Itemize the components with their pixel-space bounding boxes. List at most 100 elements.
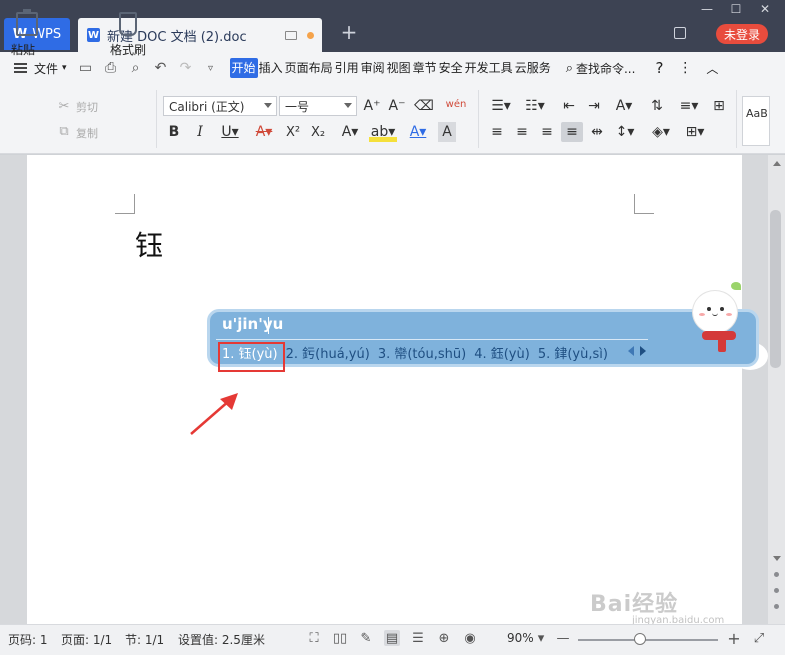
redo-icon[interactable]: ↷ [177,59,195,77]
scrollbar-thumb[interactable] [770,210,781,368]
tab-page-layout[interactable]: 页面布局 [284,58,334,78]
tab-cloud[interactable]: 云服务 [514,58,552,78]
bold-icon[interactable]: B [164,122,184,142]
reading-mode-icon[interactable]: ▯▯ [332,630,348,646]
print-icon[interactable]: ⎙ [102,59,120,77]
distribute-icon[interactable]: ⇹ [588,122,606,142]
paste-button[interactable]: 粘贴 [11,41,35,58]
select-browse-icon[interactable] [774,588,779,593]
align-center-icon[interactable]: ≡ [513,122,531,142]
tab-review[interactable]: 审阅 [360,58,386,78]
clear-format-icon[interactable]: ⌫ [414,96,434,116]
setting-value-status[interactable]: 设置值: 2.5厘米 [178,631,265,648]
phonetic-guide-icon[interactable]: wén [441,94,471,114]
italic-icon[interactable]: I [190,122,210,142]
collapse-ribbon-icon[interactable]: ︿ [706,60,718,77]
strikethrough-icon[interactable]: A▾ [250,122,278,142]
format-painter-button[interactable]: 格式刷 [110,41,146,58]
screen-icon[interactable] [285,30,297,40]
text-direction-icon[interactable]: A▾ [610,96,638,116]
paragraph-spacing-icon[interactable]: ≡▾ [676,96,702,116]
maximize-button[interactable]: ☐ [722,0,750,18]
line-spacing-icon[interactable]: ↕▾ [612,122,638,142]
zoom-level[interactable]: 90% [507,631,534,645]
highlight-color-icon[interactable]: ab▾ [369,122,397,142]
tab-section[interactable]: 章节 [412,58,438,78]
shading-fill-icon[interactable]: ◈▾ [648,122,674,142]
zoom-dropdown-icon[interactable]: ▾ [533,630,549,646]
scroll-up-icon[interactable] [773,161,781,166]
outline-view-icon[interactable]: ☰ [410,630,426,646]
tab-insert[interactable]: 插入 [258,58,284,78]
next-page-icon[interactable] [774,604,779,609]
style-gallery[interactable]: AaB [742,96,770,146]
web-layout-icon[interactable]: ⊕ [436,630,452,646]
customize-toolbar-icon[interactable]: ▿ [202,59,220,77]
print-preview-icon[interactable]: ⌕ [127,59,145,77]
new-tab-button[interactable]: + [338,20,360,44]
login-button[interactable]: 未登录 [716,24,768,44]
underline-icon[interactable]: U▾ [216,122,244,142]
align-right-icon[interactable]: ≡ [538,122,556,142]
ime-candidate[interactable]: 4. 鈺(yù) [474,343,530,362]
scissors-icon[interactable]: ✂ [56,98,72,114]
numbered-list-icon[interactable]: ☷▾ [522,96,548,116]
tab-home[interactable]: 开始 [229,58,258,78]
page-count-status[interactable]: 页面: 1/1 [61,631,112,648]
fit-page-icon[interactable]: ⤢ [751,630,767,646]
copy-button[interactable]: 复制 [76,125,98,141]
command-search[interactable]: ⌕ 查找命令... [566,60,636,77]
section-status[interactable]: 节: 1/1 [125,631,164,648]
table-insert-icon[interactable]: ⊞ [710,96,728,116]
ime-candidate[interactable]: 5. 銉(yù,sì) [538,343,608,362]
superscript-icon[interactable]: X² [283,122,303,142]
borders-icon[interactable]: ⊞▾ [682,122,708,142]
justify-icon[interactable]: ≡ [561,122,583,142]
tab-developer[interactable]: 开发工具 [464,58,514,78]
page-view-icon[interactable]: ▤ [384,630,400,646]
font-name-select[interactable]: Calibri (正文) [163,96,277,116]
tab-view[interactable]: 视图 [386,58,412,78]
pen-icon[interactable]: ✎ [358,630,374,646]
decrease-indent-icon[interactable]: ⇤ [560,96,578,116]
minimize-button[interactable]: — [693,0,721,18]
tab-references[interactable]: 引用 [334,58,360,78]
bullet-list-icon[interactable]: ☰▾ [488,96,514,116]
eye-protection-icon[interactable]: ◉ [462,630,478,646]
zoom-in-icon[interactable]: + [726,629,742,648]
tab-security[interactable]: 安全 [438,58,464,78]
scroll-down-icon[interactable] [773,556,781,561]
page-number-status[interactable]: 页码: 1 [8,631,48,648]
copy-icon[interactable]: ⧉ [56,123,72,139]
paste-icon[interactable] [16,9,38,36]
file-menu[interactable]: 文件 ▾ [34,60,67,77]
panel-toggle-icon[interactable] [674,27,686,39]
more-options-icon[interactable]: ⋮ [678,60,692,76]
cut-button[interactable]: 剪切 [76,99,98,115]
help-icon[interactable]: ? [655,59,663,77]
font-size-select[interactable]: 一号 [279,96,357,116]
undo-icon[interactable]: ↶ [152,59,170,77]
grow-font-icon[interactable]: A⁺ [362,96,382,116]
subscript-icon[interactable]: X₂ [308,122,328,142]
character-shading-icon[interactable]: A [438,122,456,142]
ime-prev-page-icon[interactable] [628,346,634,356]
align-left-icon[interactable]: ≡ [488,122,506,142]
zoom-slider[interactable] [578,639,718,641]
close-button[interactable]: ✕ [751,0,779,18]
sort-icon[interactable]: ⇅ [648,96,666,116]
ime-candidate[interactable]: 3. 㡩(tóu,shū) [378,343,466,362]
prev-page-icon[interactable] [774,572,779,577]
text-effect-icon[interactable]: A▾ [336,122,364,142]
shrink-font-icon[interactable]: A⁻ [387,96,407,116]
font-color-icon[interactable]: A▾ [404,122,432,142]
ime-candidate[interactable]: 2. 釫(huá,yú) [286,343,370,362]
zoom-slider-thumb[interactable] [634,633,646,645]
save-icon[interactable]: ▭ [77,59,95,77]
increase-indent-icon[interactable]: ⇥ [585,96,603,116]
zoom-out-icon[interactable]: — [555,630,571,646]
fullscreen-icon[interactable]: ⛶ [306,630,322,646]
ime-next-page-icon[interactable] [640,346,646,356]
format-painter-icon[interactable] [119,12,137,36]
hamburger-menu-icon[interactable] [14,63,27,73]
